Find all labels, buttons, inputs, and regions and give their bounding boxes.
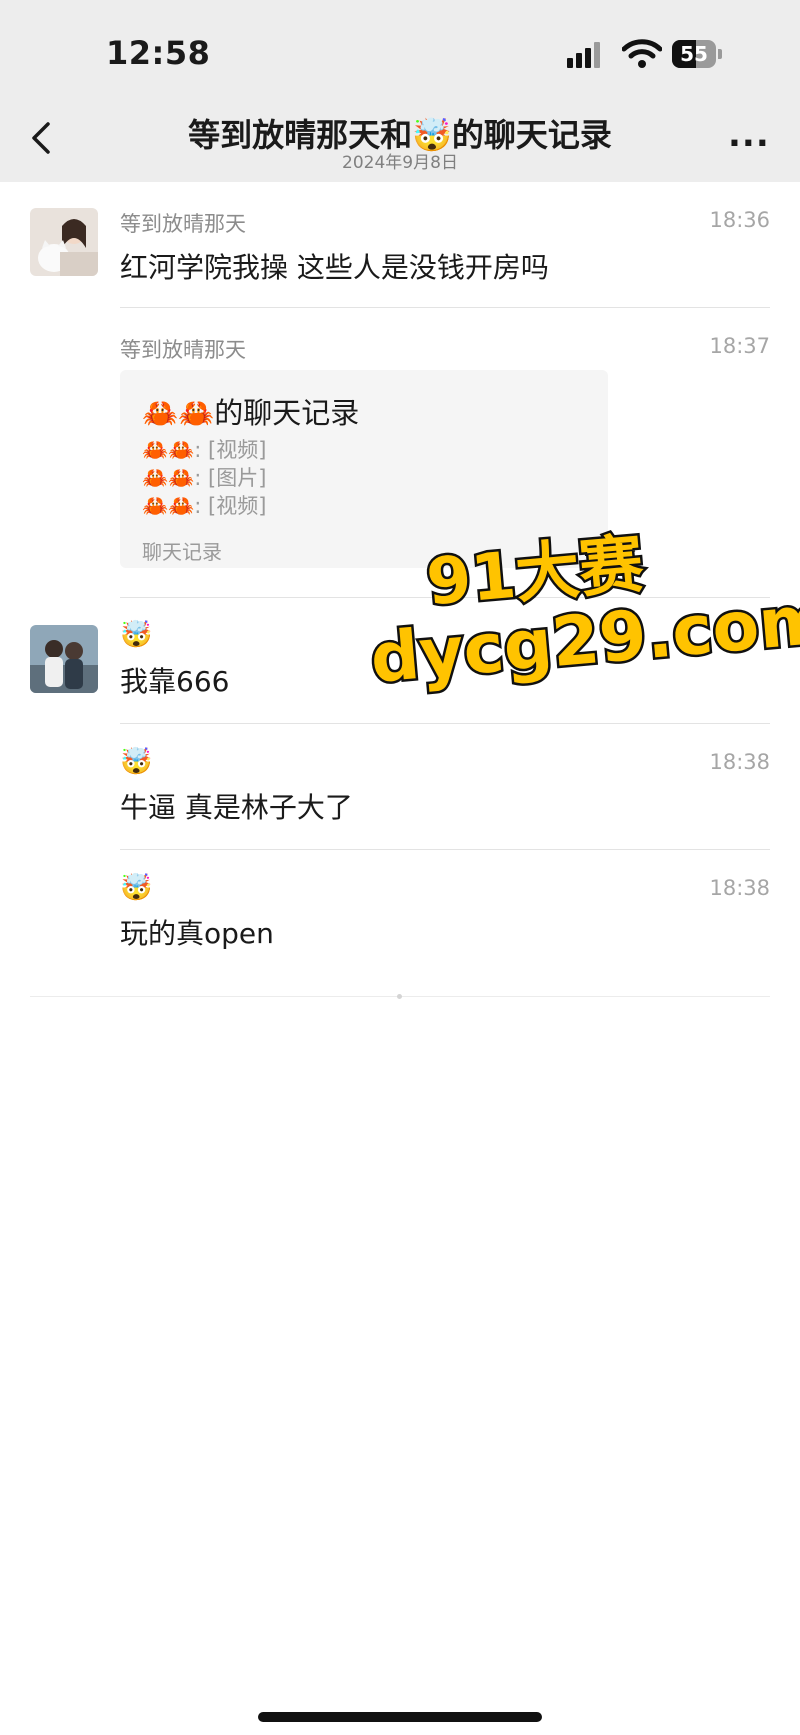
- page-subtitle-date: 2024年9月8日: [342, 153, 458, 173]
- navigation-header: 12:58 55 等到放晴那天和🤯的聊天记录 2024年9月8日 ...: [0, 0, 800, 182]
- sender-name: 等到放晴那天: [120, 338, 246, 362]
- message-time: 18:38: [709, 750, 770, 774]
- home-indicator[interactable]: [258, 1712, 542, 1722]
- sender-emoji: 🤯: [120, 747, 153, 777]
- message-text[interactable]: 牛逼 真是林子大了: [120, 786, 353, 826]
- chat-record-footer: 聊天记录: [142, 540, 222, 564]
- message-text[interactable]: 玩的真open: [120, 912, 274, 952]
- chat-record-line: 🦀🦀: [图片]: [142, 466, 267, 490]
- cellular-signal-icon: [567, 42, 609, 68]
- sender-emoji: 🤯: [120, 620, 153, 650]
- more-options-button[interactable]: ...: [728, 118, 769, 152]
- sender-emoji: 🤯: [120, 873, 153, 903]
- end-of-record-dot: [397, 994, 402, 999]
- sender-name: 等到放晴那天: [120, 212, 246, 236]
- divider: [120, 723, 770, 724]
- status-time: 12:58: [106, 34, 211, 72]
- battery-percent: 55: [680, 42, 708, 66]
- chat-record-line: 🦀🦀: [视频]: [142, 494, 267, 518]
- divider: [120, 307, 770, 308]
- wifi-icon: [622, 39, 662, 68]
- message-text[interactable]: 我靠666: [120, 660, 229, 700]
- message-text[interactable]: 红河学院我操 这些人是没钱开房吗: [120, 246, 549, 286]
- chat-record-line: 🦀🦀: [视频]: [142, 438, 267, 462]
- chat-record-title: 🦀🦀的聊天记录: [142, 396, 360, 430]
- battery-icon: 55: [672, 40, 722, 68]
- divider: [120, 849, 770, 850]
- message-time: 18:36: [709, 208, 770, 232]
- avatar[interactable]: [30, 208, 98, 276]
- message-time: 18:38: [709, 876, 770, 900]
- avatar[interactable]: [30, 625, 98, 693]
- message-time: 18:37: [709, 334, 770, 358]
